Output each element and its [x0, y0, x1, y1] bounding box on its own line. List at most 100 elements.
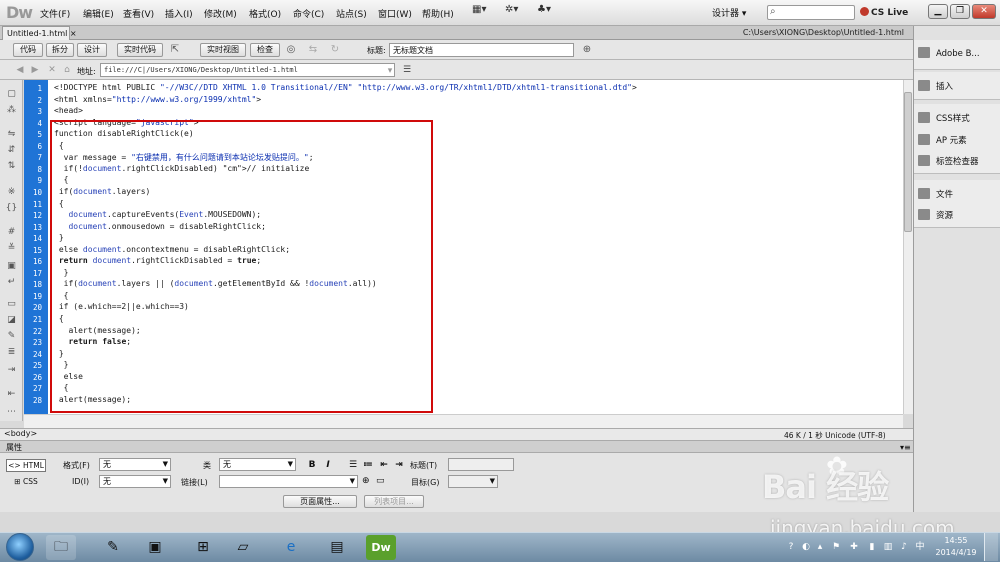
target-select[interactable]: ▼ — [448, 475, 498, 488]
file-management-icon[interactable]: ⇆ — [306, 43, 320, 57]
code-line[interactable]: <head> — [54, 106, 83, 115]
network-tray-icon[interactable]: ▥ — [882, 541, 894, 553]
document-tab[interactable]: Untitled-1.html × — [2, 26, 77, 40]
slides-taskbar-icon[interactable]: ▤ — [322, 535, 352, 560]
point-to-file-icon[interactable]: ⊕ — [362, 476, 370, 486]
network-taskbar-icon[interactable]: ⊞ — [188, 535, 218, 560]
explorer-taskbar-icon[interactable]: 🗀 — [46, 535, 76, 560]
format-source-icon[interactable]: ⋯ — [5, 406, 18, 418]
live-view-button[interactable]: 实时视图 — [200, 43, 246, 57]
menu-item[interactable]: 修改(M) — [204, 7, 237, 20]
panel-assets[interactable]: 资源 — [918, 209, 953, 221]
live-code-button[interactable]: 实时代码 — [117, 43, 163, 57]
italic-button[interactable]: I — [322, 459, 334, 471]
refresh-icon[interactable]: ↻ — [328, 43, 342, 57]
ie-taskbar-icon[interactable]: e — [276, 535, 306, 560]
forward-icon[interactable]: ▶ — [29, 64, 41, 76]
css-mode-button[interactable]: ⊞ CSS — [6, 476, 46, 489]
chevron-down-icon[interactable]: ▾ — [384, 65, 396, 77]
ordered-list-icon[interactable]: ≔ — [362, 459, 374, 471]
comment-icon[interactable]: ▭ — [5, 298, 18, 310]
inspect-button[interactable]: 检查 — [250, 43, 280, 57]
page-properties-button[interactable]: 页面属性... — [283, 495, 357, 508]
dreamweaver-taskbar-icon[interactable]: Dw — [366, 535, 396, 560]
remove-comment-icon[interactable]: ◪ — [5, 314, 18, 326]
workspace-dropdown[interactable]: 设计器 ▾ — [712, 6, 746, 19]
minimize-button[interactable]: ▁ — [928, 4, 948, 19]
format-select[interactable]: 无 ▼ — [99, 458, 171, 471]
code-view-button[interactable]: 代码 — [13, 43, 43, 57]
menu-item[interactable]: 查看(V) — [123, 7, 154, 20]
check-page-icon[interactable]: ⊕ — [580, 43, 594, 57]
expand-all-icon[interactable]: ⇵ — [5, 144, 18, 156]
site-icon[interactable]: ♣▾ — [537, 4, 551, 21]
inspect-cursor-icon[interactable]: ⇱ — [168, 43, 182, 57]
address-input[interactable]: file:///C|/Users/XIONG/Desktop/Untitled-… — [100, 63, 395, 77]
link-input[interactable]: ▼ — [219, 475, 358, 488]
design-view-button[interactable]: 设计 — [77, 43, 107, 57]
menu-item[interactable]: 编辑(E) — [83, 7, 114, 20]
highlight-invalid-icon[interactable]: ≚ — [5, 242, 18, 254]
panel-css-styles[interactable]: CSS样式 — [918, 112, 970, 124]
ime-tray-icon[interactable]: 中 — [914, 541, 926, 553]
bold-button[interactable]: B — [306, 459, 318, 471]
snippets-icon[interactable]: ≣ — [5, 346, 18, 358]
antivirus-tray-icon[interactable]: ✚ — [848, 541, 860, 553]
title-input[interactable]: 无标题文档 — [389, 43, 574, 57]
menu-item[interactable]: 窗口(W) — [378, 7, 412, 20]
panel-menu-icon[interactable]: ▾≡ — [900, 443, 911, 452]
panel-files[interactable]: 文件 — [918, 188, 953, 200]
word-wrap-icon[interactable]: ↵ — [5, 276, 18, 288]
html-mode-button[interactable]: <> HTML — [6, 459, 46, 472]
tools-taskbar-icon[interactable]: ✎ — [98, 535, 128, 560]
split-view-button[interactable]: 拆分 — [46, 43, 74, 57]
unordered-list-icon[interactable]: ☰ — [347, 459, 359, 471]
wrap-tag-icon[interactable]: ✎ — [5, 330, 18, 342]
indent-button[interactable]: ⇥ — [393, 459, 405, 471]
id-select[interactable]: 无 ▼ — [99, 475, 171, 488]
outdent-button[interactable]: ⇤ — [378, 459, 390, 471]
tag-selector[interactable]: <body> — [4, 429, 37, 438]
maximize-button[interactable]: ❐ — [950, 4, 970, 19]
volume-tray-icon[interactable]: ♪ — [898, 541, 910, 553]
panel-adobe-browserlab[interactable]: Adobe B... — [918, 47, 980, 59]
outdent-icon[interactable]: ⇤ — [5, 388, 18, 400]
menu-item[interactable]: 文件(F) — [40, 7, 70, 20]
device-tray-icon[interactable]: ◐ — [800, 541, 812, 553]
collapse-tag-icon[interactable]: ⁂ — [5, 104, 18, 116]
cs-live-button[interactable]: CS Live — [860, 7, 908, 18]
clock[interactable]: 14:55 2014/4/19 — [934, 535, 978, 559]
layout-icon[interactable]: ▦▾ — [472, 4, 486, 21]
collapse-selection-icon[interactable]: ⇋ — [5, 128, 18, 140]
browser-options-icon[interactable]: ☰ — [401, 64, 413, 76]
menu-item[interactable]: 插入(I) — [165, 7, 193, 20]
chevron-up-icon[interactable]: ▴ — [814, 541, 826, 553]
horizontal-scrollbar[interactable] — [24, 414, 903, 428]
close-button[interactable]: ✕ — [972, 4, 996, 19]
balance-braces-icon[interactable]: ※ — [5, 186, 18, 198]
indent-icon[interactable]: ⇥ — [5, 364, 18, 376]
back-icon[interactable]: ◀ — [14, 64, 26, 76]
panel-insert[interactable]: 插入 — [918, 80, 953, 92]
code-line[interactable]: <!DOCTYPE html PUBLIC "-//W3C//DTD XHTML… — [54, 83, 637, 92]
panel-tag-inspector[interactable]: 标签检查器 — [918, 155, 979, 167]
home-icon[interactable]: ⌂ — [61, 64, 73, 76]
globe-icon[interactable]: ◎ — [284, 43, 298, 57]
gear-icon[interactable]: ✲▾ — [505, 4, 518, 21]
start-button[interactable] — [6, 533, 34, 561]
menu-item[interactable]: 站点(S) — [336, 7, 367, 20]
class-select[interactable]: 无 ▼ — [219, 458, 296, 471]
syntax-error-icon[interactable]: ▣ — [5, 260, 18, 272]
menu-item[interactable]: 格式(O) — [249, 7, 281, 20]
help-search-input[interactable]: ⌕ — [767, 5, 855, 20]
show-desktop-button[interactable] — [984, 533, 998, 561]
folder-icon[interactable]: ▭ — [376, 476, 385, 486]
media-taskbar-icon[interactable]: ▣ — [140, 535, 170, 560]
menu-item[interactable]: 帮助(H) — [422, 7, 454, 20]
notes-taskbar-icon[interactable]: ▱ — [228, 535, 258, 560]
menu-item[interactable]: 命令(C) — [293, 7, 324, 20]
line-numbers-icon[interactable]: # — [5, 226, 18, 238]
scrollbar-thumb[interactable] — [904, 92, 912, 232]
battery-tray-icon[interactable]: ▮ — [866, 541, 878, 553]
list-item-button[interactable]: 列表项目... — [364, 495, 424, 508]
